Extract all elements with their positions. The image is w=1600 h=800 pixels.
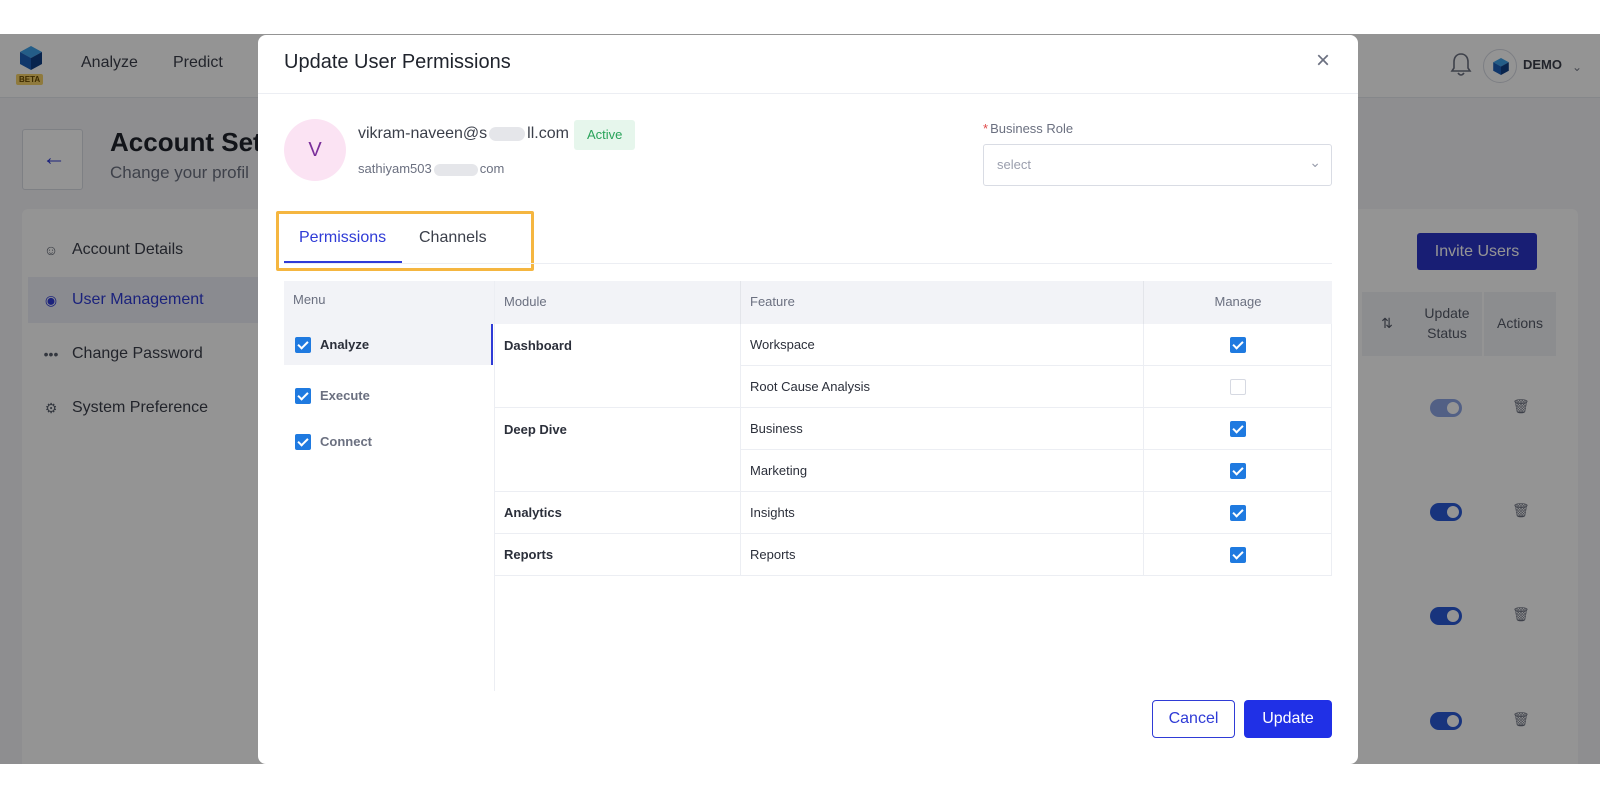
manage-cell (1143, 408, 1332, 450)
feature-cell: Insights (740, 492, 1143, 534)
manage-cell (1143, 450, 1332, 492)
manage-checkbox[interactable] (1229, 336, 1246, 353)
module-cell (495, 450, 740, 492)
tabs-divider (284, 263, 1332, 264)
modal-divider (258, 93, 1358, 94)
manage-checkbox[interactable] (1229, 504, 1246, 521)
select-placeholder: select (997, 157, 1031, 172)
menu-item-execute[interactable]: Execute (284, 375, 491, 416)
module-cell: Analytics (495, 492, 740, 534)
manage-checkbox[interactable] (1229, 462, 1246, 479)
menu-checkbox[interactable] (295, 433, 311, 450)
module-cell: Deep Dive (504, 421, 567, 437)
feature-cell: Workspace (740, 324, 1143, 366)
menu-checkbox[interactable] (295, 336, 311, 353)
user-email: vikram-naveen@s ll.com (358, 125, 569, 142)
tab-permissions[interactable]: Permissions (299, 229, 386, 247)
manage-checkbox[interactable] (1229, 378, 1246, 395)
required-asterisk: * (983, 121, 989, 136)
menu-item-connect[interactable]: Connect (284, 421, 491, 462)
business-role-label: * Business Role (983, 121, 1074, 136)
module-cell (495, 366, 740, 408)
module-header: Module (495, 281, 740, 324)
tab-channels[interactable]: Channels (419, 229, 487, 247)
chevron-down-icon: ⌄ (1309, 154, 1321, 170)
feature-cell: Business (740, 408, 1143, 450)
module-cell: Dashboard (504, 337, 572, 353)
manage-cell (1143, 366, 1332, 408)
menu-column: Menu Analyze Execute Connect (284, 281, 494, 691)
status-badge: Active (574, 120, 636, 150)
cancel-button[interactable]: Cancel (1152, 700, 1235, 738)
manage-cell (1143, 534, 1332, 576)
feature-cell: Marketing (740, 450, 1143, 492)
update-permissions-modal: Update User Permissions × V vikram-navee… (258, 35, 1358, 764)
feature-cell: Reports (740, 534, 1143, 576)
update-button[interactable]: Update (1244, 700, 1332, 738)
manage-header: Manage (1143, 281, 1332, 324)
menu-checkbox[interactable] (295, 387, 311, 404)
feature-cell: Root Cause Analysis (740, 366, 1143, 408)
manage-checkbox[interactable] (1229, 546, 1246, 563)
feature-header: Feature (740, 281, 1143, 324)
manage-cell (1143, 324, 1332, 366)
menu-item-analyze[interactable]: Analyze (284, 324, 491, 365)
modal-title: Update User Permissions (284, 51, 511, 73)
module-cell: Reports (495, 534, 740, 576)
user-avatar-large: V (284, 119, 346, 181)
menu-selected-indicator (491, 324, 493, 365)
manage-cell (1143, 492, 1332, 534)
menu-header: Menu (284, 281, 494, 324)
manage-checkbox[interactable] (1229, 420, 1246, 437)
business-role-select[interactable]: select ⌄ (983, 144, 1332, 186)
user-secondary-email: sathiyam503 com (358, 161, 505, 176)
close-icon[interactable]: × (1316, 49, 1330, 73)
